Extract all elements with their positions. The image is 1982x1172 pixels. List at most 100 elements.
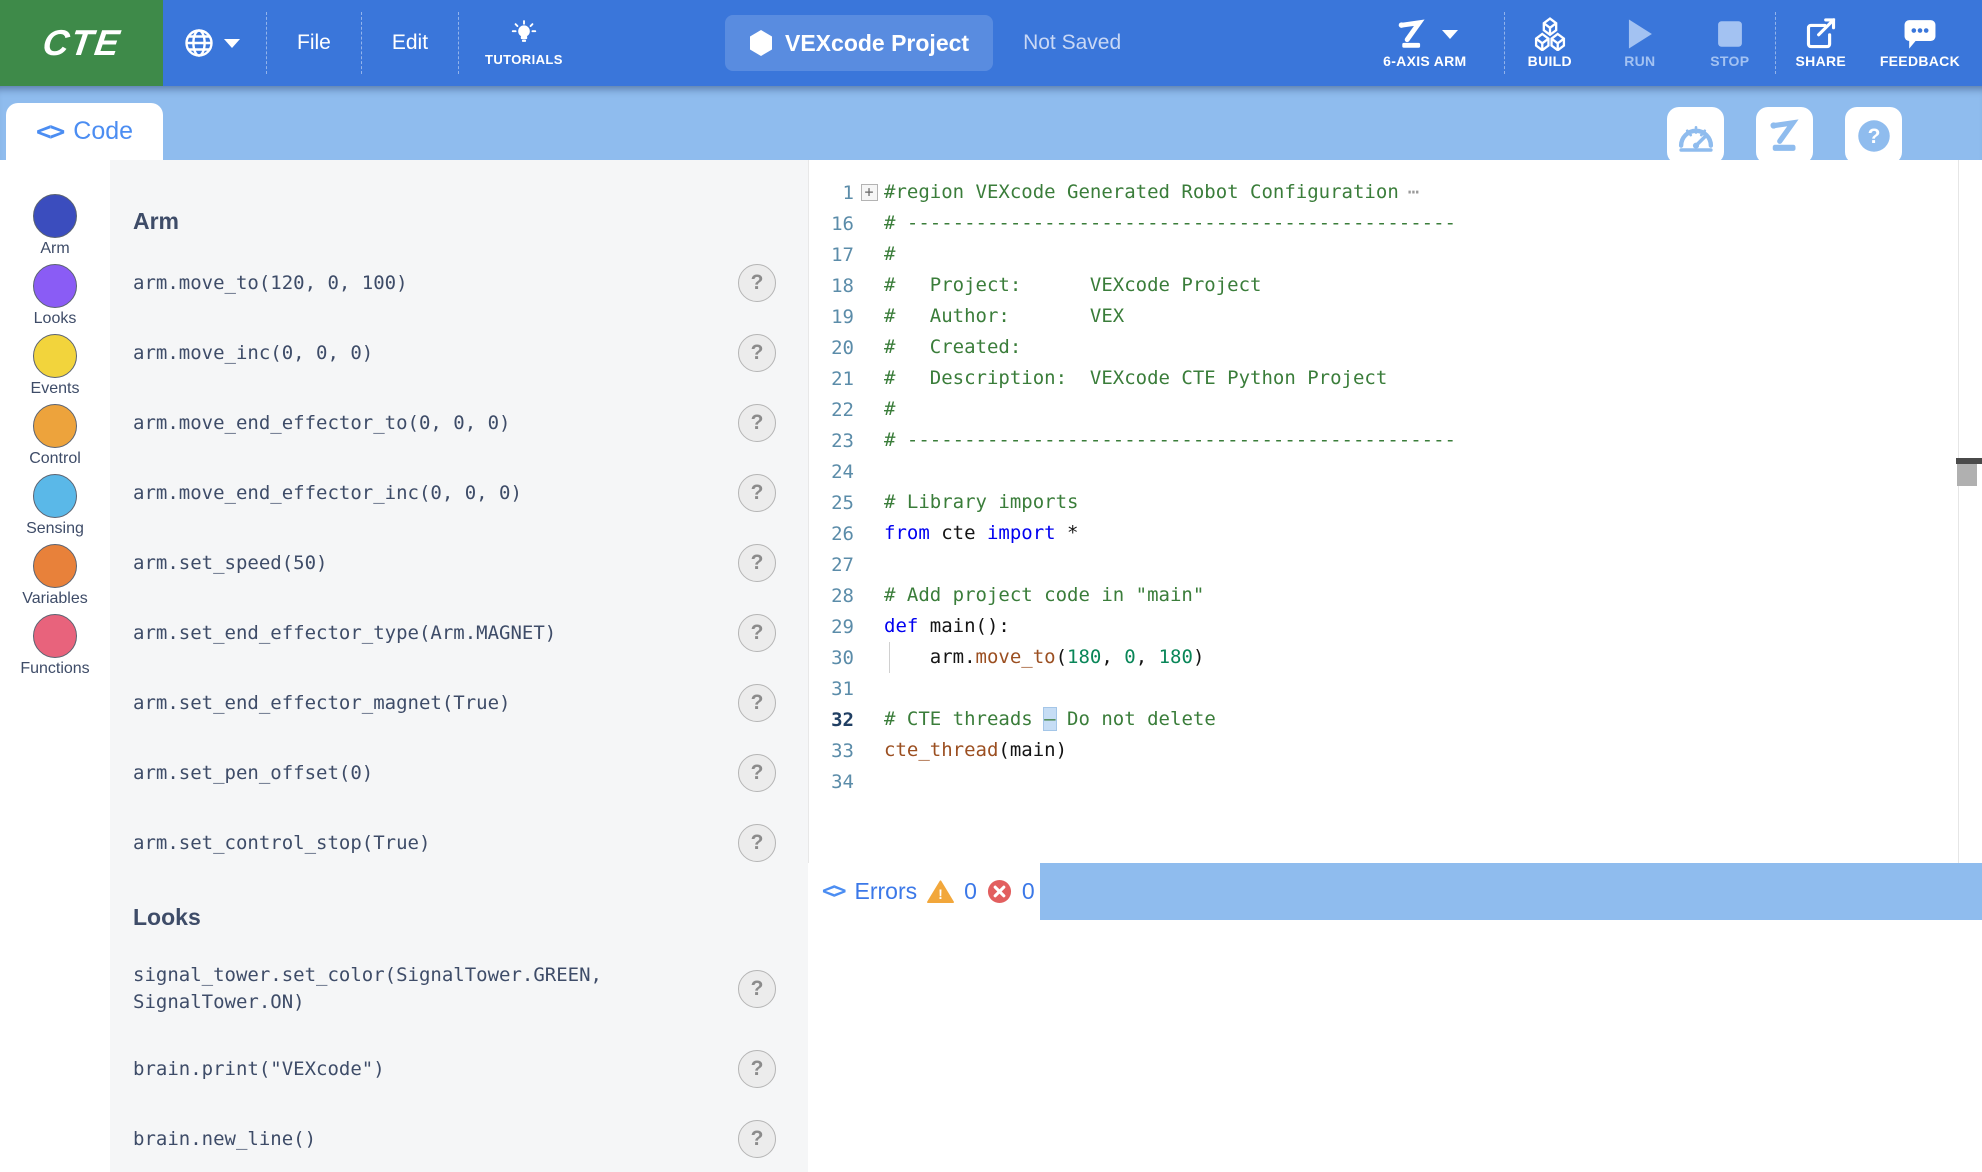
category-label: Events bbox=[31, 380, 80, 398]
editor-line: 23# ------------------------------------… bbox=[809, 425, 1982, 456]
code-text: # Library imports bbox=[884, 487, 1078, 518]
editor-scrollbar-track[interactable] bbox=[1958, 160, 1959, 863]
events-category-icon bbox=[33, 334, 77, 378]
fold-expand-icon[interactable]: + bbox=[861, 184, 878, 201]
palette-command[interactable]: arm.move_to(120, 0, 100)? bbox=[133, 248, 808, 318]
command-help-button[interactable]: ? bbox=[738, 754, 776, 792]
palette-command[interactable]: arm.set_control_stop(True)? bbox=[133, 808, 808, 878]
command-help-button[interactable]: ? bbox=[738, 404, 776, 442]
help-button[interactable]: ? bbox=[1845, 107, 1902, 164]
sidebar-item-control[interactable]: Control bbox=[0, 404, 110, 474]
code-text: # bbox=[884, 394, 895, 425]
command-help-button[interactable]: ? bbox=[738, 474, 776, 512]
share-label: SHARE bbox=[1796, 53, 1847, 69]
command-help-button[interactable]: ? bbox=[738, 684, 776, 722]
category-label: Looks bbox=[34, 310, 77, 328]
command-palette: Armarm.move_to(120, 0, 100)?arm.move_inc… bbox=[110, 160, 808, 1172]
palette-command[interactable]: arm.move_end_effector_to(0, 0, 0)? bbox=[133, 388, 808, 458]
code-brackets-icon: <> bbox=[822, 879, 845, 904]
device-label: 6-AXIS ARM bbox=[1383, 53, 1466, 69]
palette-command[interactable]: arm.move_end_effector_inc(0, 0, 0)? bbox=[133, 458, 808, 528]
dashboard-button[interactable] bbox=[1667, 107, 1724, 164]
build-button[interactable]: BUILD bbox=[1505, 0, 1595, 86]
token: ( bbox=[1056, 646, 1067, 668]
svg-text:?: ? bbox=[1867, 125, 1880, 148]
share-button[interactable]: SHARE bbox=[1776, 0, 1866, 86]
robot-config-button[interactable] bbox=[1756, 107, 1813, 164]
line-number: 16 bbox=[809, 213, 854, 235]
editor-scrollbar-thumb[interactable] bbox=[1957, 464, 1977, 486]
feedback-button[interactable]: FEEDBACK bbox=[1866, 0, 1974, 86]
token: – bbox=[1044, 708, 1055, 730]
token: # bbox=[884, 398, 895, 420]
errors-tab-label: Errors bbox=[855, 878, 918, 905]
token: # CTE threads bbox=[884, 708, 1044, 730]
palette-command-text: arm.set_end_effector_magnet(True) bbox=[133, 690, 511, 717]
device-chevron-down-icon bbox=[1442, 30, 1458, 39]
command-help-button[interactable]: ? bbox=[738, 970, 776, 1008]
project-title-group: VEXcode Project Not Saved bbox=[725, 0, 1121, 86]
robot-arm-icon bbox=[1392, 17, 1432, 51]
command-help-button[interactable]: ? bbox=[738, 544, 776, 582]
command-help-button[interactable]: ? bbox=[738, 264, 776, 302]
code-text: # bbox=[884, 239, 895, 270]
code-text: # Author: VEX bbox=[884, 301, 1124, 332]
command-help-button[interactable]: ? bbox=[738, 1120, 776, 1158]
sidebar-item-variables[interactable]: Variables bbox=[0, 544, 110, 614]
palette-command-text: arm.move_to(120, 0, 100) bbox=[133, 270, 408, 297]
palette-command-text: arm.move_inc(0, 0, 0) bbox=[133, 340, 373, 367]
stop-icon bbox=[1715, 17, 1745, 51]
editor-line: 32# CTE threads – Do not delete bbox=[809, 704, 1982, 735]
build-label: BUILD bbox=[1528, 53, 1572, 69]
palette-command-text: arm.set_control_stop(True) bbox=[133, 830, 430, 857]
line-number: 33 bbox=[809, 740, 854, 762]
editor-line: 17# bbox=[809, 239, 1982, 270]
palette-section-title: Arm bbox=[133, 208, 808, 234]
code-editor[interactable]: 1+#region VEXcode Generated Robot Config… bbox=[808, 160, 1982, 863]
palette-command[interactable]: arm.set_speed(50)? bbox=[133, 528, 808, 598]
edit-menu[interactable]: Edit bbox=[362, 0, 458, 86]
palette-command[interactable]: signal_tower.set_color(SignalTower.GREEN… bbox=[133, 944, 808, 1034]
svg-text:!: ! bbox=[938, 887, 942, 902]
line-number: 18 bbox=[809, 275, 854, 297]
tutorials-button[interactable]: TUTORIALS bbox=[459, 0, 589, 86]
sidebar-item-sensing[interactable]: Sensing bbox=[0, 474, 110, 544]
sidebar-item-arm[interactable]: Arm bbox=[0, 194, 110, 264]
variables-category-icon bbox=[33, 544, 77, 588]
project-name-button[interactable]: VEXcode Project bbox=[725, 15, 993, 71]
token: # Add project code in "main" bbox=[884, 584, 1204, 606]
token: , bbox=[1101, 646, 1124, 668]
tab-errors[interactable]: <> Errors ! 0 0 bbox=[808, 863, 1040, 920]
palette-command[interactable]: arm.move_inc(0, 0, 0)? bbox=[133, 318, 808, 388]
palette-command[interactable]: arm.set_pen_offset(0)? bbox=[133, 738, 808, 808]
run-button[interactable]: RUN bbox=[1595, 0, 1685, 86]
editor-line: 18# Project: VEXcode Project bbox=[809, 270, 1982, 301]
palette-command[interactable]: arm.set_end_effector_magnet(True)? bbox=[133, 668, 808, 738]
device-selector[interactable]: 6-AXIS ARM bbox=[1346, 0, 1504, 86]
code-text: cte_thread(main) bbox=[884, 735, 1067, 766]
cte-logo: CTE bbox=[0, 0, 163, 86]
globe-icon bbox=[183, 27, 215, 59]
collapsed-region-icon[interactable]: ⋯ bbox=[1408, 181, 1419, 203]
palette-command[interactable]: arm.set_end_effector_type(Arm.MAGNET)? bbox=[133, 598, 808, 668]
tab-code[interactable]: <> Code bbox=[6, 103, 163, 160]
editor-line: 27 bbox=[809, 549, 1982, 580]
sidebar-item-functions[interactable]: Functions bbox=[0, 614, 110, 684]
language-menu[interactable] bbox=[163, 0, 266, 86]
command-help-button[interactable]: ? bbox=[738, 824, 776, 862]
command-help-button[interactable]: ? bbox=[738, 614, 776, 652]
category-label: Sensing bbox=[26, 520, 84, 538]
palette-command[interactable]: brain.print("VEXcode")? bbox=[133, 1034, 808, 1104]
sidebar-item-events[interactable]: Events bbox=[0, 334, 110, 404]
file-menu[interactable]: File bbox=[267, 0, 361, 86]
sidebar-item-looks[interactable]: Looks bbox=[0, 264, 110, 334]
robot-arm-icon bbox=[1764, 116, 1806, 156]
command-help-button[interactable]: ? bbox=[738, 334, 776, 372]
warning-icon: ! bbox=[927, 880, 954, 904]
editor-line: 31 bbox=[809, 673, 1982, 704]
code-text: def main(): bbox=[884, 611, 1010, 642]
command-help-button[interactable]: ? bbox=[738, 1050, 776, 1088]
stop-button[interactable]: STOP bbox=[1685, 0, 1775, 86]
palette-command[interactable]: brain.new_line()? bbox=[133, 1104, 808, 1172]
errors-panel bbox=[808, 920, 1982, 1172]
